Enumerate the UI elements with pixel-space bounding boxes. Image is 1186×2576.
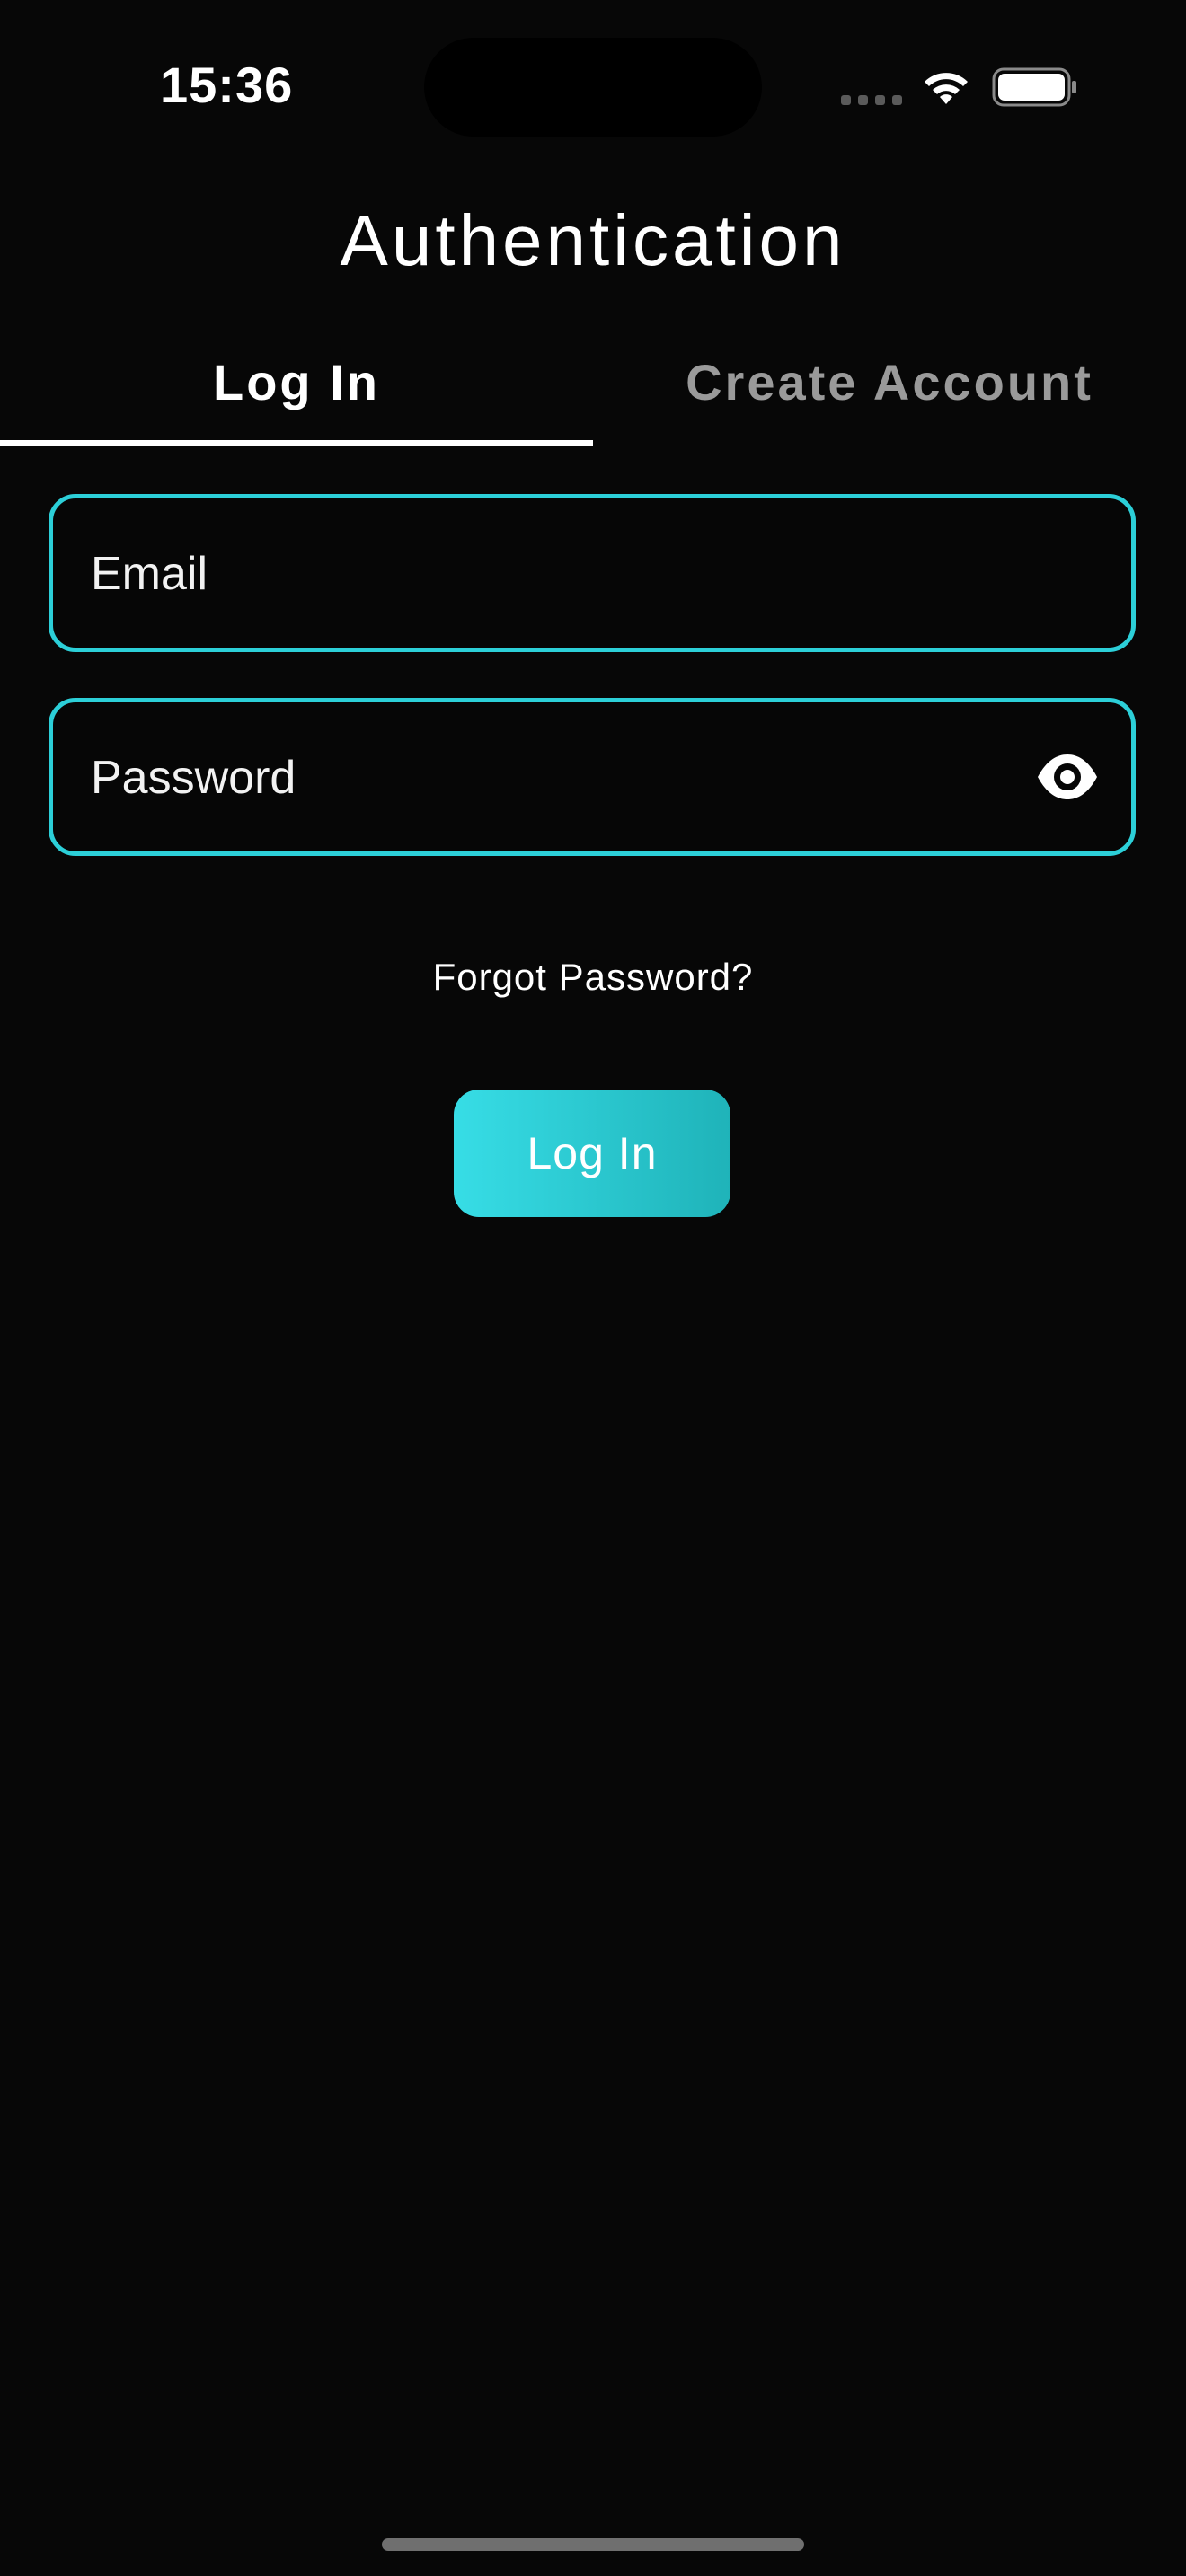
tab-create-account[interactable]: Create Account — [593, 341, 1186, 446]
page-title: Authentication — [340, 200, 846, 280]
dynamic-island — [424, 38, 762, 137]
email-field-container — [49, 494, 1136, 652]
tab-log-in[interactable]: Log In — [0, 341, 593, 446]
cellular-signal-icon — [841, 95, 904, 106]
password-input[interactable] — [89, 702, 991, 853]
home-indicator[interactable] — [382, 2538, 804, 2551]
email-input[interactable] — [89, 498, 991, 649]
eye-icon[interactable] — [1036, 749, 1099, 805]
status-bar: 15:36 — [0, 0, 1186, 171]
wifi-icon — [925, 73, 968, 104]
tab-selected-indicator — [0, 440, 593, 446]
auth-tabs: Log In Create Account — [0, 341, 1186, 449]
status-time: 15:36 — [160, 57, 294, 113]
forgot-password-link[interactable]: Forgot Password? — [0, 956, 1186, 999]
log-in-button[interactable]: Log In — [454, 1090, 730, 1217]
password-field-container — [49, 698, 1136, 856]
battery-icon — [992, 67, 1076, 107]
